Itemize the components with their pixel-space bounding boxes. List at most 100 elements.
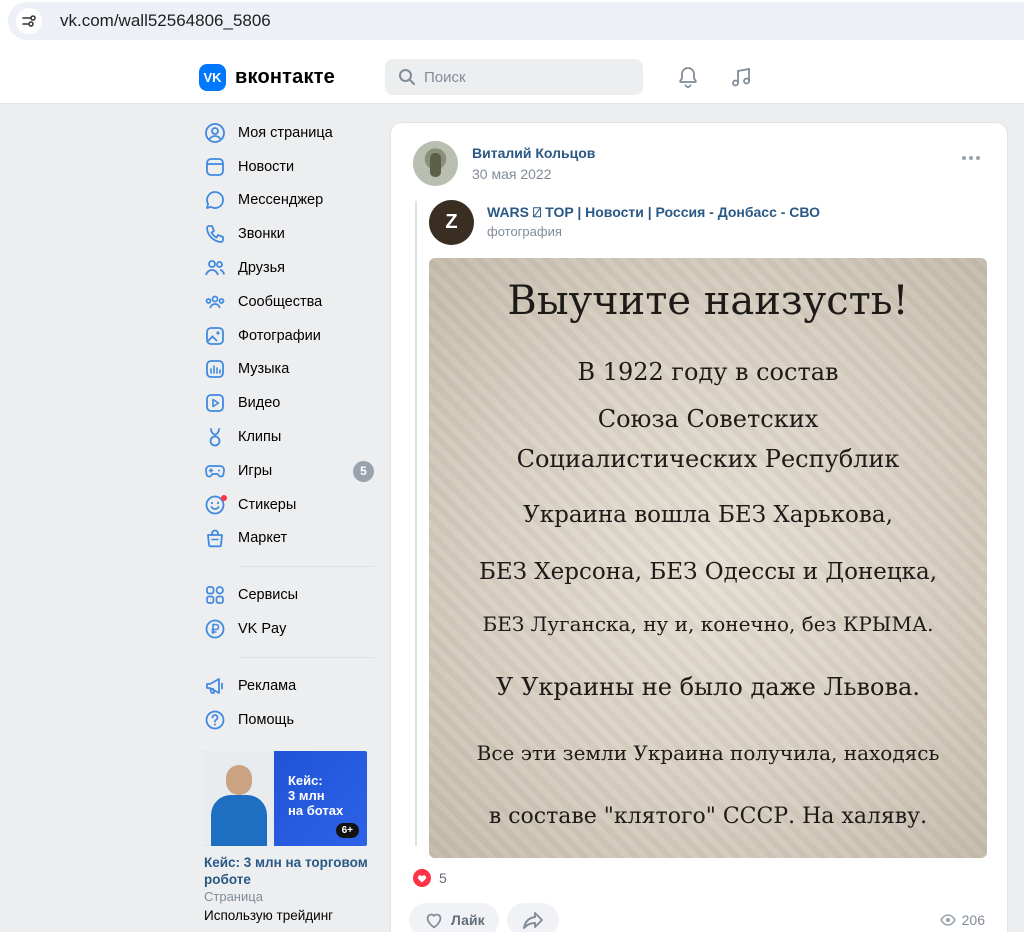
sidebar-item[interactable]: Музыка (204, 353, 374, 387)
ad-image-caption: Кейс: 3 млн на ботах (288, 773, 344, 818)
video-icon (204, 392, 226, 414)
sidebar-item-label: Маркет (238, 530, 288, 547)
vk-header: VK вконтакте (0, 48, 1024, 104)
browser-address-bar: vk.com/wall52564806_5806 (0, 0, 1024, 48)
likes-count: 5 (439, 870, 447, 886)
post-photo[interactable]: Выучите наизусть! В 1922 году в состав С… (429, 258, 987, 858)
music-icon (204, 358, 226, 380)
sidebar-item-label: Мессенджер (238, 192, 324, 209)
sidebar-item[interactable]: Помощь (204, 703, 374, 737)
communities-icon (204, 291, 226, 313)
share-button[interactable] (506, 903, 559, 932)
sidebar-item[interactable]: Сообщества (204, 285, 374, 319)
music-note-icon[interactable] (729, 65, 753, 89)
sidebar-item-label: Сообщества (238, 293, 323, 310)
sidebar-item-label: Видео (238, 395, 281, 412)
photo-text-line: Все эти земли Украина получила, находясь (476, 741, 940, 765)
sidebar-item[interactable]: Сервисы (204, 578, 374, 612)
photo-text-line: Социалистических Республик (516, 445, 900, 473)
sidebar-item-label: Игры (238, 462, 273, 479)
post-actions: Лайк (409, 903, 567, 932)
ad-card[interactable]: Кейс: 3 млн на ботах 6+ Кейс: 3 млн на т… (204, 751, 374, 923)
repost-indicator-bar (415, 201, 417, 846)
heart-outline-icon (426, 913, 442, 929)
vkpay-ruble-icon (204, 618, 226, 640)
eye-icon (939, 914, 956, 926)
source-name-link[interactable]: WARS ⍁ TOP | Новости | Россия - Донбасс … (487, 204, 820, 221)
sidebar-item[interactable]: Клипы (204, 420, 374, 454)
sidebar-item[interactable]: Моя страница (204, 116, 374, 150)
photo-text-line: в составе "клятого" СССР. На халяву. (488, 804, 928, 829)
author-name-link[interactable]: Виталий Кольцов (472, 145, 595, 161)
wall-post: Виталий Кольцов 30 мая 2022 Z WARS ⍁ TOP… (390, 122, 1008, 932)
sidebar-item[interactable]: Новости (204, 150, 374, 184)
megaphone-icon (204, 675, 226, 697)
photo-text-line: БЕЗ Херсона, БЕЗ Одессы и Донецка, (478, 559, 938, 585)
like-button-label: Лайк (451, 912, 485, 928)
sidebar-item-label: Клипы (238, 429, 282, 446)
url-box[interactable]: vk.com/wall52564806_5806 (8, 2, 1024, 40)
sidebar-item[interactable]: Видео (204, 386, 374, 420)
views-counter: 206 (939, 912, 985, 928)
vk-logo[interactable]: VK вконтакте (199, 64, 335, 91)
photo-text-line: У Украины не было даже Львова. (496, 673, 920, 701)
author-avatar[interactable] (413, 141, 458, 186)
post-date[interactable]: 30 мая 2022 (472, 166, 552, 182)
ad-type: Страница (204, 889, 263, 904)
sidebar-item[interactable]: Звонки (204, 217, 374, 251)
photo-icon (204, 325, 226, 347)
news-icon (204, 156, 226, 178)
search-icon (399, 69, 415, 85)
sidebar-item[interactable]: Игры 5 (204, 454, 374, 488)
sidebar-item[interactable]: Фотографии (204, 319, 374, 353)
photo-text-line: Украина вошла БЕЗ Харькова, (523, 502, 893, 528)
url-text[interactable]: vk.com/wall52564806_5806 (60, 11, 271, 31)
sidebar-item-label: Звонки (238, 226, 285, 243)
sidebar-item-label: Музыка (238, 361, 290, 378)
source-avatar[interactable]: Z (429, 200, 474, 245)
user-circle-icon (204, 122, 226, 144)
sidebar-item-label: Реклама (238, 677, 297, 694)
sidebar-item-label: Сервисы (238, 587, 299, 604)
services-grid-icon (204, 584, 226, 606)
photo-text-line: БЕЗ Луганска, ну и, конечно, без КРЫМА. (482, 612, 934, 636)
help-icon (204, 709, 226, 731)
sidebar-divider (238, 656, 374, 658)
sidebar-item-label: Моя страница (238, 124, 333, 141)
share-arrow-icon (522, 912, 543, 929)
market-bag-icon (204, 527, 226, 549)
sidebar-item[interactable]: Друзья (204, 251, 374, 285)
likes-summary[interactable]: 5 (413, 869, 447, 887)
sidebar-item[interactable]: Стикеры (204, 488, 374, 522)
views-count: 206 (961, 912, 985, 928)
more-options-icon[interactable] (961, 155, 981, 161)
vk-logo-text: вконтакте (235, 66, 335, 88)
search-input[interactable] (424, 68, 624, 86)
ad-person-illustration (204, 751, 274, 846)
photo-text-line: Союза Советских (597, 405, 819, 433)
sidebar-item[interactable]: VK Pay (204, 612, 374, 646)
counter-badge: 5 (353, 460, 374, 482)
chat-bubble-icon (204, 189, 226, 211)
sidebar-item-label: Фотографии (238, 327, 321, 344)
clips-icon (204, 426, 226, 448)
friends-icon (204, 257, 226, 279)
sidebar-item[interactable]: Реклама (204, 669, 374, 703)
ad-description: Использую трейдинг (204, 908, 334, 923)
bell-icon[interactable] (676, 65, 700, 89)
ad-image[interactable]: Кейс: 3 млн на ботах 6+ (204, 751, 367, 846)
sidebar-item-label: Стикеры (238, 496, 297, 513)
search-box[interactable] (385, 59, 643, 95)
ad-title[interactable]: Кейс: 3 млн на торговом роботе (204, 854, 374, 888)
sidebar-item-label: Помощь (238, 711, 295, 728)
age-rating-badge: 6+ (335, 823, 359, 838)
notification-dot (221, 494, 227, 501)
sidebar-item-label: Друзья (238, 260, 286, 277)
sidebar-item[interactable]: Маркет (204, 522, 374, 556)
site-settings-icon[interactable] (16, 8, 42, 34)
left-sidebar: Моя страница Новости Мессенджер Звонки Друзь… (204, 116, 374, 737)
sidebar-item[interactable]: Мессенджер (204, 184, 374, 218)
help-nav: Реклама Помощь (204, 669, 374, 737)
sidebar-item-label: Новости (238, 158, 295, 175)
like-button[interactable]: Лайк (409, 903, 499, 932)
